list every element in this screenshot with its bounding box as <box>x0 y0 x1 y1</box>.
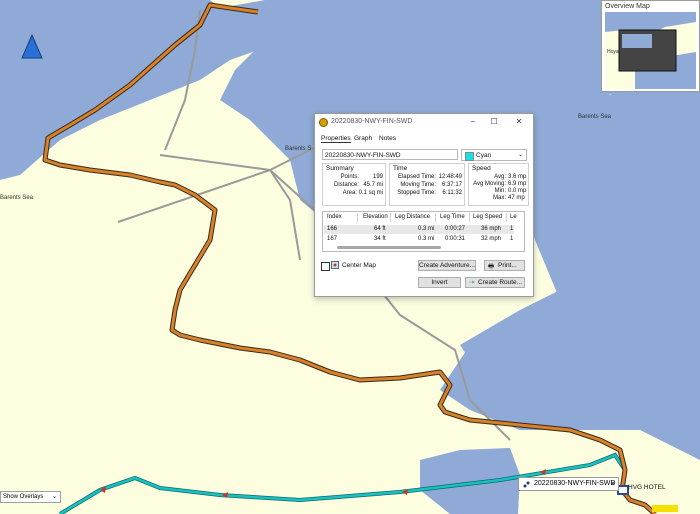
map-scale-badge <box>652 505 678 512</box>
print-button-label: Print... <box>498 262 517 269</box>
overview-map-label: Hoya <box>607 49 619 55</box>
min-speed-label: Min: <box>494 188 506 194</box>
tab-graph[interactable]: Graph <box>354 135 372 142</box>
stopped-time-label: Stopped Time: <box>397 190 436 196</box>
color-select[interactable]: Cyan ⌄ <box>461 149 527 161</box>
max-speed-label: Max: <box>492 195 506 201</box>
cell-leg-truncated: 1 <box>510 226 514 232</box>
cell-leg-truncated: 1 <box>510 236 514 242</box>
dialog-title: 20220830-NWY-FIN-SWD <box>331 118 413 125</box>
avg-moving-label: Avg Moving: <box>473 181 506 187</box>
cell-leg-speed: 36 mph <box>481 226 502 232</box>
show-overlays-value: Show Overlays <box>3 494 44 500</box>
maximize-icon[interactable]: ☐ <box>487 116 501 128</box>
column-header-leg-time[interactable]: Leg Time <box>440 214 465 220</box>
column-header-index[interactable]: Index <box>327 214 342 220</box>
column-divider <box>435 213 436 222</box>
track-app-icon <box>319 118 328 127</box>
map-label-barents-sea-mid: Barents S <box>285 146 312 152</box>
avg-moving-value: 6.9 mp <box>508 181 527 187</box>
summary-group: Summary Points: 199 Distance: 45.7 mi Ar… <box>322 163 386 206</box>
column-divider <box>469 213 470 222</box>
area-value: 0.1 sq mi <box>358 190 383 196</box>
table-horizontal-scrollbar[interactable] <box>337 246 441 249</box>
cell-elevation: 34 ft <box>374 236 386 242</box>
cell-leg-time: 0:00:31 <box>445 236 466 242</box>
cell-leg-speed: 32 mph <box>481 236 502 242</box>
avg-speed-label: Avg: <box>494 174 506 180</box>
cell-leg-time: 0:00:27 <box>445 226 466 232</box>
elapsed-time-value: 12:48:49 <box>438 174 462 180</box>
cell-index: 166 <box>327 226 338 232</box>
tab-notes[interactable]: Notes <box>379 135 396 142</box>
map-label-barents-sea-right: Barents Sea <box>578 114 612 120</box>
stopped-time-value: 6:11:32 <box>442 190 462 196</box>
track-icon <box>523 481 530 488</box>
max-speed-value: 47 mp <box>508 195 525 201</box>
column-header-leg-distance[interactable]: Leg Distance <box>395 214 430 220</box>
overview-map-title: Overview Map <box>605 3 650 10</box>
dialog-titlebar[interactable]: 20220830-NWY-FIN-SWD – ☐ ✕ <box>315 114 533 130</box>
points-value: 199 <box>372 174 383 180</box>
time-group: Time Elapsed Time: 12:48:49 Moving Time:… <box>389 163 465 206</box>
elapsed-time-label: Elapsed Time: <box>397 174 436 180</box>
show-overlays-select[interactable]: Show Overlays ⌄ <box>0 491 61 503</box>
route-icon: ⇢ <box>469 279 475 286</box>
track-points-table[interactable]: Index Elevation Leg Distance Leg Time Le… <box>322 211 525 252</box>
print-icon: 🖶 <box>488 263 495 270</box>
tab-properties[interactable]: Properties <box>321 135 351 143</box>
column-header-leg-speed[interactable]: Leg Speed <box>473 214 502 220</box>
create-adventure-button[interactable]: Create Adventure... <box>418 260 476 271</box>
area-label: Area: <box>342 190 357 196</box>
distance-label: Distance: <box>333 182 359 188</box>
chevron-down-icon: ⌄ <box>51 494 57 500</box>
cell-leg-distance: 0.3 mi <box>418 226 435 232</box>
cell-elevation: 64 ft <box>374 226 386 232</box>
create-route-label: Create Route... <box>478 279 523 286</box>
invert-button[interactable]: Invert <box>418 277 461 288</box>
table-row[interactable]: 167 34 ft 0.3 mi 0:00:31 32 mph 1 <box>324 235 514 244</box>
close-icon[interactable]: ✕ <box>512 116 526 128</box>
create-route-button[interactable]: ⇢ Create Route... <box>465 277 525 288</box>
speed-group: Speed Avg: 3.6 mp Avg Moving: 6.9 mp Min… <box>468 163 529 206</box>
center-map-icon <box>331 261 339 269</box>
center-map-checkbox[interactable] <box>321 262 330 271</box>
points-label: Points: <box>340 174 359 180</box>
color-select-value: Cyan <box>476 152 492 159</box>
avg-speed-value: 3.6 mp <box>508 174 527 180</box>
overview-map-panel[interactable]: Overview Map Hoya <box>601 0 700 92</box>
track-tooltip[interactable]: 20220830-NWY-FIN-SWD × <box>518 477 619 491</box>
cell-leg-distance: 0.3 mi <box>418 236 435 242</box>
column-divider <box>506 213 507 222</box>
distance-value: 45.7 mi <box>363 182 383 188</box>
moving-time-value: 6:37:17 <box>441 182 462 188</box>
map-label-hotel: HVG HOTEL <box>628 484 666 491</box>
track-tooltip-label: 20220830-NWY-FIN-SWD <box>534 480 616 487</box>
column-header-leg-truncated[interactable]: Le <box>510 214 517 220</box>
overview-map-canvas[interactable]: Hoya <box>605 12 696 89</box>
speed-title: Speed <box>472 165 491 172</box>
cell-index: 167 <box>327 236 338 242</box>
table-row[interactable]: 166 64 ft 0.3 mi 0:00:27 36 mph 1 <box>324 225 514 234</box>
print-button[interactable]: 🖶 Print... <box>484 260 525 271</box>
close-icon[interactable]: × <box>610 479 615 488</box>
color-swatch <box>465 152 474 161</box>
map-label-barents-sea-left: Barents Sea <box>0 195 34 201</box>
track-properties-dialog: 20220830-NWY-FIN-SWD – ☐ ✕ Properties Gr… <box>314 113 534 297</box>
time-title: Time <box>393 165 408 172</box>
summary-title: Summary <box>326 165 354 172</box>
column-header-elevation[interactable]: Elevation <box>363 214 388 220</box>
moving-time-label: Moving Time: <box>400 182 436 188</box>
min-speed-value: 0.0 mp <box>508 188 527 194</box>
minimize-icon[interactable]: – <box>466 116 480 128</box>
center-map-label: Center Map <box>342 262 376 269</box>
track-name-input[interactable]: 20220830-NWY-FIN-SWD <box>322 149 458 160</box>
chevron-down-icon: ⌄ <box>517 152 523 158</box>
column-divider <box>357 213 358 222</box>
column-divider <box>390 213 391 222</box>
